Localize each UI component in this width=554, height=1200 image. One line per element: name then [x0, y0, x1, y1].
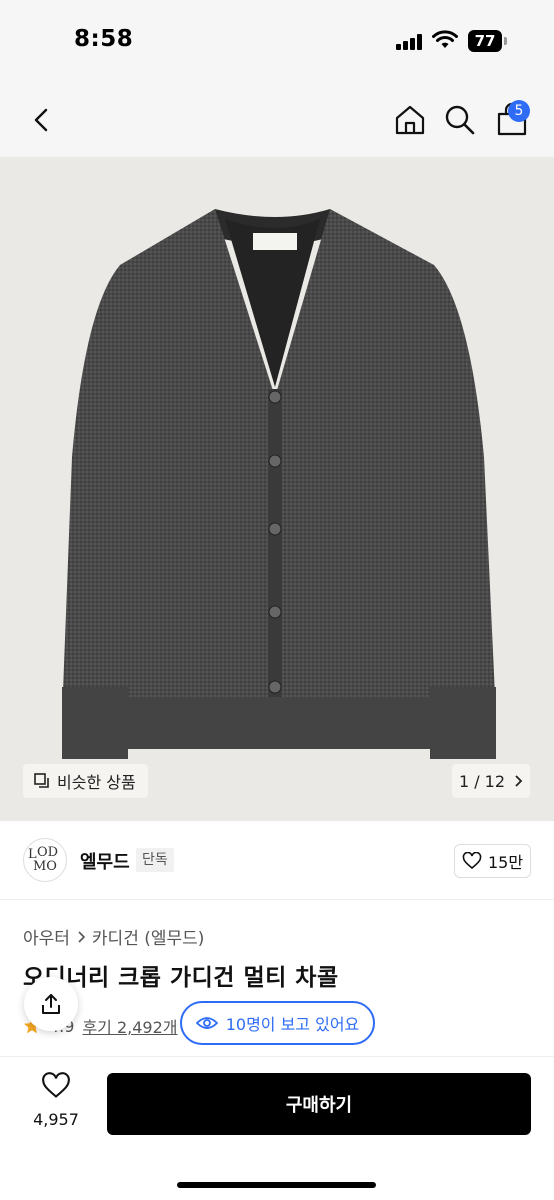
- breadcrumb: 아우터 카디건 (엘무드): [23, 924, 204, 949]
- status-bar: 8:58 77: [0, 0, 554, 84]
- exclusive-tag: 단독: [136, 848, 174, 872]
- signal-icon: [396, 34, 426, 50]
- home-icon[interactable]: [392, 102, 428, 138]
- buy-button[interactable]: 구매하기: [107, 1073, 531, 1135]
- search-icon[interactable]: [442, 102, 478, 138]
- brand-like-count: 15만: [487, 853, 524, 872]
- review-count-link[interactable]: 후기 2,492개: [82, 1014, 177, 1038]
- cart-count-badge: 5: [508, 100, 530, 122]
- cardigan-image: [62, 209, 496, 759]
- wishlist-count: 4,957: [33, 1110, 79, 1129]
- image-counter[interactable]: 1 / 12: [452, 764, 530, 798]
- image-counter-text: 1 / 12: [458, 771, 506, 791]
- brand-like-button[interactable]: 15만: [454, 844, 531, 878]
- home-indicator: [177, 1182, 376, 1188]
- battery-icon: 77: [468, 30, 508, 52]
- status-time: 8:58: [74, 26, 134, 52]
- brand-logo[interactable]: L OD MO: [23, 838, 67, 882]
- similar-products-button[interactable]: 비슷한 상품: [23, 764, 148, 798]
- copy-icon: [34, 773, 49, 788]
- share-icon: [42, 994, 60, 1014]
- brand-name[interactable]: 엘무드: [80, 848, 130, 874]
- eye-icon: [195, 1017, 218, 1029]
- brand-row: L OD MO 엘무드 단독 15만: [0, 822, 554, 900]
- breadcrumb-item[interactable]: 카디건 (엘무드): [92, 924, 205, 949]
- battery-level: 77: [468, 30, 502, 52]
- product-image[interactable]: [0, 157, 554, 821]
- chevron-right-icon: [78, 930, 86, 943]
- chevron-right-icon: [515, 775, 523, 787]
- viewers-text: 10명이 보고 있어요: [225, 1015, 360, 1034]
- wishlist-button[interactable]: 4,957: [22, 1072, 90, 1129]
- wifi-icon: [432, 30, 458, 48]
- breadcrumb-item[interactable]: 아우터: [23, 924, 70, 949]
- heart-icon: [42, 1072, 70, 1098]
- back-icon[interactable]: [24, 102, 60, 138]
- top-navigation: [0, 84, 554, 157]
- similar-products-label: 비슷한 상품: [57, 773, 136, 792]
- share-button[interactable]: [24, 977, 78, 1031]
- heart-icon: [462, 852, 482, 870]
- viewers-indicator: 10명이 보고 있어요: [180, 1001, 375, 1045]
